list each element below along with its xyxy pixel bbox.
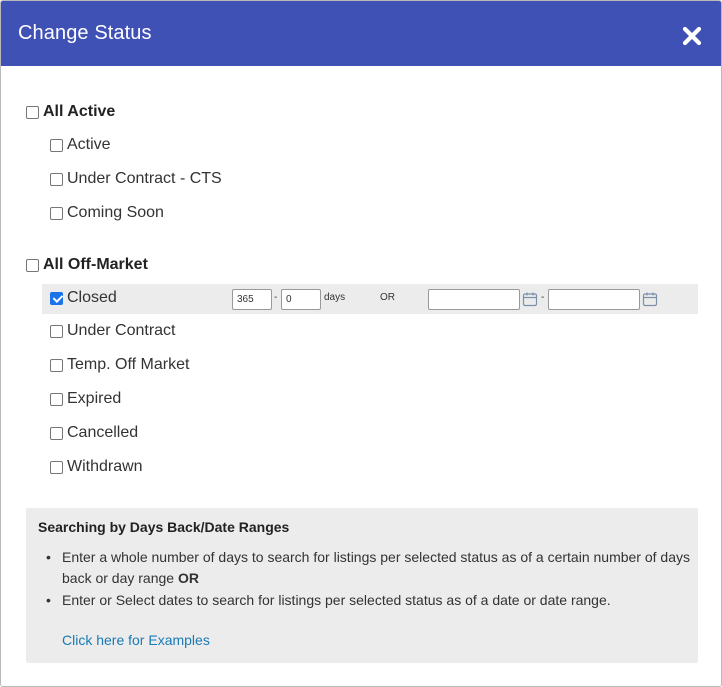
withdrawn-checkbox[interactable] bbox=[50, 460, 63, 474]
under-contract-checkbox[interactable] bbox=[50, 324, 63, 338]
cancelled-label: Cancelled bbox=[67, 424, 139, 441]
help-bullet-days: • Enter a whole number of days to search… bbox=[46, 547, 691, 589]
closed-label: Closed bbox=[67, 289, 117, 306]
help-title: Searching by Days Back/Date Ranges bbox=[38, 519, 290, 535]
status-option-expired[interactable]: Expired bbox=[50, 387, 121, 411]
active-label: Active bbox=[67, 136, 111, 153]
help-panel: Searching by Days Back/Date Ranges • Ent… bbox=[26, 508, 698, 663]
temp-off-market-checkbox[interactable] bbox=[50, 358, 63, 372]
help-bullet-days-text: Enter a whole number of days to search f… bbox=[62, 549, 690, 586]
status-option-closed[interactable]: Closed bbox=[50, 286, 117, 310]
days-label: days bbox=[324, 292, 346, 303]
bullet-dot: • bbox=[46, 592, 51, 608]
calendar-icon[interactable] bbox=[522, 291, 538, 307]
help-bullet-dates-text: Enter or Select dates to search for list… bbox=[62, 592, 611, 608]
examples-link[interactable]: Click here for Examples bbox=[62, 632, 210, 648]
status-option-withdrawn[interactable]: Withdrawn bbox=[50, 455, 143, 479]
calendar-icon[interactable] bbox=[642, 291, 658, 307]
withdrawn-label: Withdrawn bbox=[67, 458, 143, 475]
date-range-dash: - bbox=[541, 292, 545, 303]
status-option-active[interactable]: Active bbox=[50, 133, 111, 157]
days-to-input[interactable] bbox=[281, 289, 321, 310]
days-from-input[interactable] bbox=[232, 289, 272, 310]
close-icon bbox=[682, 26, 702, 46]
change-status-dialog: Change Status All Active Active Under Co… bbox=[0, 0, 722, 687]
help-bullet-or: OR bbox=[177, 570, 199, 586]
status-option-coming-soon[interactable]: Coming Soon bbox=[50, 201, 164, 225]
status-option-under-contract-cts[interactable]: Under Contract - CTS bbox=[50, 167, 222, 191]
expired-label: Expired bbox=[67, 390, 122, 407]
status-option-cancelled[interactable]: Cancelled bbox=[50, 421, 138, 445]
all-active-option[interactable]: All Active bbox=[26, 100, 115, 124]
dialog-header: Change Status bbox=[1, 1, 721, 66]
all-off-market-option[interactable]: All Off-Market bbox=[26, 253, 148, 277]
all-active-checkbox[interactable] bbox=[26, 105, 39, 119]
date-to-input[interactable] bbox=[548, 289, 640, 310]
dialog-title: Change Status bbox=[18, 22, 152, 44]
all-off-market-label: All Off-Market bbox=[43, 256, 148, 273]
cancelled-checkbox[interactable] bbox=[50, 426, 63, 440]
expired-checkbox[interactable] bbox=[50, 392, 63, 406]
all-off-market-checkbox[interactable] bbox=[26, 258, 39, 272]
temp-off-market-label: Temp. Off Market bbox=[67, 356, 190, 373]
status-option-under-contract[interactable]: Under Contract bbox=[50, 319, 176, 343]
active-checkbox[interactable] bbox=[50, 138, 63, 152]
coming-soon-checkbox[interactable] bbox=[50, 206, 63, 220]
help-bullet-dates: • Enter or Select dates to search for li… bbox=[46, 590, 691, 611]
days-range-dash: - bbox=[274, 292, 278, 303]
or-label: OR bbox=[380, 292, 395, 303]
all-active-label: All Active bbox=[43, 103, 116, 120]
closed-checkbox[interactable] bbox=[50, 291, 63, 305]
date-from-input[interactable] bbox=[428, 289, 520, 310]
under-contract-cts-label: Under Contract - CTS bbox=[67, 170, 222, 187]
coming-soon-label: Coming Soon bbox=[67, 204, 164, 221]
status-option-temp-off-market[interactable]: Temp. Off Market bbox=[50, 353, 189, 377]
under-contract-cts-checkbox[interactable] bbox=[50, 172, 63, 186]
bullet-dot: • bbox=[46, 549, 51, 565]
close-button[interactable] bbox=[681, 25, 705, 49]
under-contract-label: Under Contract bbox=[67, 322, 176, 339]
